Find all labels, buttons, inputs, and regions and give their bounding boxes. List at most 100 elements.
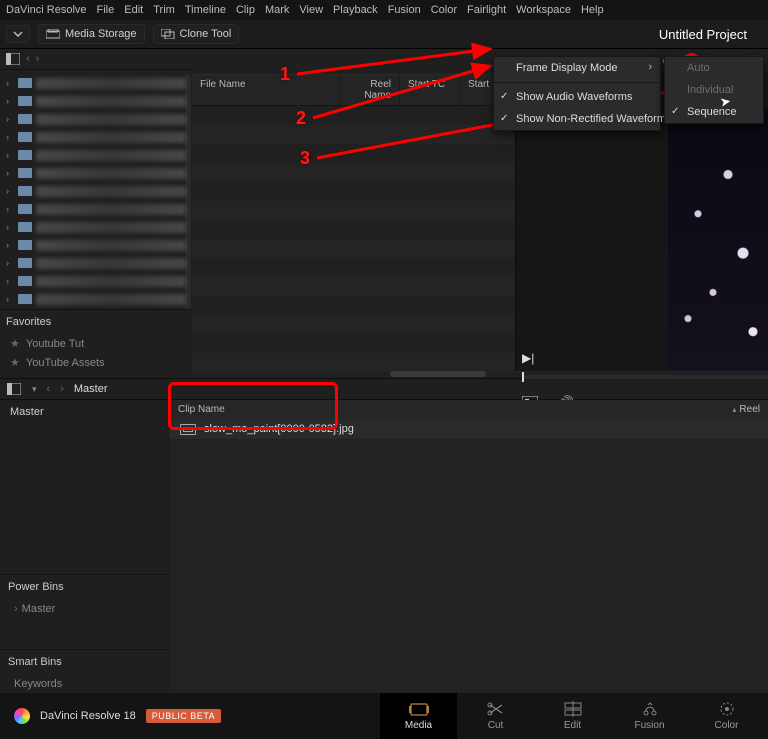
favorite-label: Youtube Tut bbox=[26, 338, 84, 350]
clone-icon bbox=[161, 29, 175, 39]
next-clip-icon[interactable]: ▶| bbox=[522, 351, 534, 365]
menu-mark[interactable]: Mark bbox=[265, 4, 289, 16]
drive-icon bbox=[46, 29, 60, 39]
col-file-name[interactable]: File Name bbox=[192, 75, 340, 105]
annotation-1: 1 bbox=[280, 64, 290, 85]
nav-back-icon[interactable]: ‹ bbox=[26, 53, 30, 65]
workspace-edit[interactable]: Edit bbox=[534, 693, 611, 739]
check-icon: ✓ bbox=[500, 91, 508, 102]
nav-forward-icon[interactable]: › bbox=[36, 53, 40, 65]
menu-timeline[interactable]: Timeline bbox=[185, 4, 226, 16]
tree-row[interactable]: › bbox=[0, 182, 192, 200]
favorite-item[interactable]: ★Youtube Tut bbox=[6, 334, 186, 353]
cut-icon bbox=[486, 701, 506, 717]
sidebar-toggle-icon[interactable] bbox=[6, 53, 20, 65]
menu-fairlight[interactable]: Fairlight bbox=[467, 4, 506, 16]
clone-tool-label: Clone Tool bbox=[180, 28, 232, 40]
menu-show-nonrectified-waveforms[interactable]: ✓Show Non-Rectified Waveforms bbox=[494, 108, 660, 130]
folder-icon bbox=[18, 222, 32, 232]
tree-row[interactable]: › bbox=[0, 254, 192, 272]
viewer-scrubber[interactable] bbox=[522, 375, 768, 379]
sidebar-toggle-icon[interactable] bbox=[6, 383, 22, 395]
clone-tool-button[interactable]: Clone Tool bbox=[153, 24, 240, 44]
menu-workspace[interactable]: Workspace bbox=[516, 4, 571, 16]
folder-icon bbox=[18, 240, 32, 250]
media-storage-label: Media Storage bbox=[65, 28, 137, 40]
tree-row[interactable]: › bbox=[0, 110, 192, 128]
col-reel-name[interactable]: Reel Name bbox=[340, 75, 400, 105]
power-bin-master[interactable]: ›Master bbox=[0, 599, 170, 619]
menu-file[interactable]: File bbox=[97, 4, 115, 16]
submenu-auto[interactable]: Auto bbox=[665, 57, 763, 79]
folder-icon bbox=[18, 276, 32, 286]
tree-row[interactable]: › bbox=[0, 272, 192, 290]
menu-edit[interactable]: Edit bbox=[124, 4, 143, 16]
workspace-label: Fusion bbox=[634, 720, 664, 731]
media-storage-tree: › › › › › › › › › › › › › › bbox=[0, 70, 192, 309]
tree-row[interactable]: › bbox=[0, 164, 192, 182]
tree-row[interactable]: › bbox=[0, 74, 192, 92]
menu-trim[interactable]: Trim bbox=[153, 4, 175, 16]
power-bins-heading: Power Bins bbox=[0, 574, 170, 599]
workspace-color[interactable]: Color bbox=[688, 693, 765, 739]
playhead[interactable] bbox=[522, 372, 524, 382]
menu-davinci[interactable]: DaVinci Resolve bbox=[6, 4, 87, 16]
tree-row[interactable]: › bbox=[0, 92, 192, 110]
media-storage-button[interactable]: Media Storage bbox=[38, 24, 145, 44]
sort-asc-icon: ▴ bbox=[732, 405, 736, 414]
options-context-menu: Frame Display Mode ✓Show Audio Waveforms… bbox=[493, 56, 661, 131]
smart-bins-heading: Smart Bins bbox=[0, 649, 170, 674]
chevron-down-icon[interactable]: ▾ bbox=[32, 384, 37, 395]
folder-icon bbox=[18, 294, 32, 304]
panel-toggle-dropdown[interactable] bbox=[6, 25, 30, 43]
col-start-tc[interactable]: Start TC bbox=[400, 75, 460, 105]
tree-row[interactable]: › bbox=[0, 146, 192, 164]
project-title: Untitled Project bbox=[659, 27, 747, 42]
submenu-sequence[interactable]: ✓Sequence bbox=[665, 101, 763, 123]
clip-row[interactable]: slow_mo_paint[0000-0582].jpg bbox=[170, 419, 768, 439]
menu-clip[interactable]: Clip bbox=[236, 4, 255, 16]
workspace-media[interactable]: Media bbox=[380, 693, 457, 739]
folder-icon bbox=[18, 150, 32, 160]
frame-display-submenu: Auto Individual ✓Sequence bbox=[664, 56, 764, 124]
check-icon: ✓ bbox=[500, 113, 508, 124]
list-h-scrollbar[interactable] bbox=[390, 371, 486, 377]
col-clip-name[interactable]: Clip Name bbox=[170, 400, 708, 419]
page-toolbar: Media Storage Clone Tool Untitled Projec… bbox=[0, 20, 768, 49]
menu-frame-display-mode[interactable]: Frame Display Mode bbox=[494, 57, 660, 79]
smart-bin-keywords[interactable]: Keywords bbox=[0, 674, 170, 694]
menu-color[interactable]: Color bbox=[431, 4, 457, 16]
workspace-label: Color bbox=[715, 720, 739, 731]
tree-row[interactable]: › bbox=[0, 200, 192, 218]
tree-row[interactable]: › bbox=[0, 218, 192, 236]
menu-show-audio-waveforms[interactable]: ✓Show Audio Waveforms bbox=[494, 86, 660, 108]
app-menu-bar: DaVinci Resolve File Edit Trim Timeline … bbox=[0, 0, 768, 20]
nav-back-icon[interactable]: ‹ bbox=[47, 383, 51, 395]
menu-fusion[interactable]: Fusion bbox=[388, 4, 421, 16]
favorite-label: YouTube Assets bbox=[26, 357, 105, 369]
nav-forward-icon[interactable]: › bbox=[60, 383, 64, 395]
menu-view[interactable]: View bbox=[299, 4, 323, 16]
brand-label: DaVinci Resolve 18 bbox=[40, 710, 136, 722]
submenu-individual[interactable]: Individual bbox=[665, 79, 763, 101]
beta-badge: PUBLIC BETA bbox=[146, 709, 221, 723]
bin-master[interactable]: Master bbox=[0, 400, 170, 424]
viewer-preview bbox=[668, 109, 768, 371]
favorite-item[interactable]: ★YouTube Assets bbox=[6, 353, 186, 372]
folder-icon bbox=[18, 78, 32, 88]
tree-row[interactable]: › bbox=[0, 290, 192, 308]
media-pool-list: Clip Name ▴Reel slow_mo_paint[0000-0582]… bbox=[170, 400, 768, 712]
workspace-fusion[interactable]: Fusion bbox=[611, 693, 688, 739]
folder-icon bbox=[18, 168, 32, 178]
workspace-cut[interactable]: Cut bbox=[457, 693, 534, 739]
tree-row[interactable]: › bbox=[0, 128, 192, 146]
tree-row[interactable]: › bbox=[0, 308, 192, 309]
menu-playback[interactable]: Playback bbox=[333, 4, 378, 16]
tree-row[interactable]: › bbox=[0, 236, 192, 254]
check-icon: ✓ bbox=[671, 106, 679, 117]
media-pool-sidebar: Master Power Bins ›Master Smart Bins Key… bbox=[0, 400, 170, 712]
clip-icon bbox=[180, 424, 196, 435]
breadcrumb[interactable]: Master bbox=[74, 383, 108, 395]
menu-help[interactable]: Help bbox=[581, 4, 604, 16]
col-reel[interactable]: ▴Reel bbox=[708, 400, 768, 419]
